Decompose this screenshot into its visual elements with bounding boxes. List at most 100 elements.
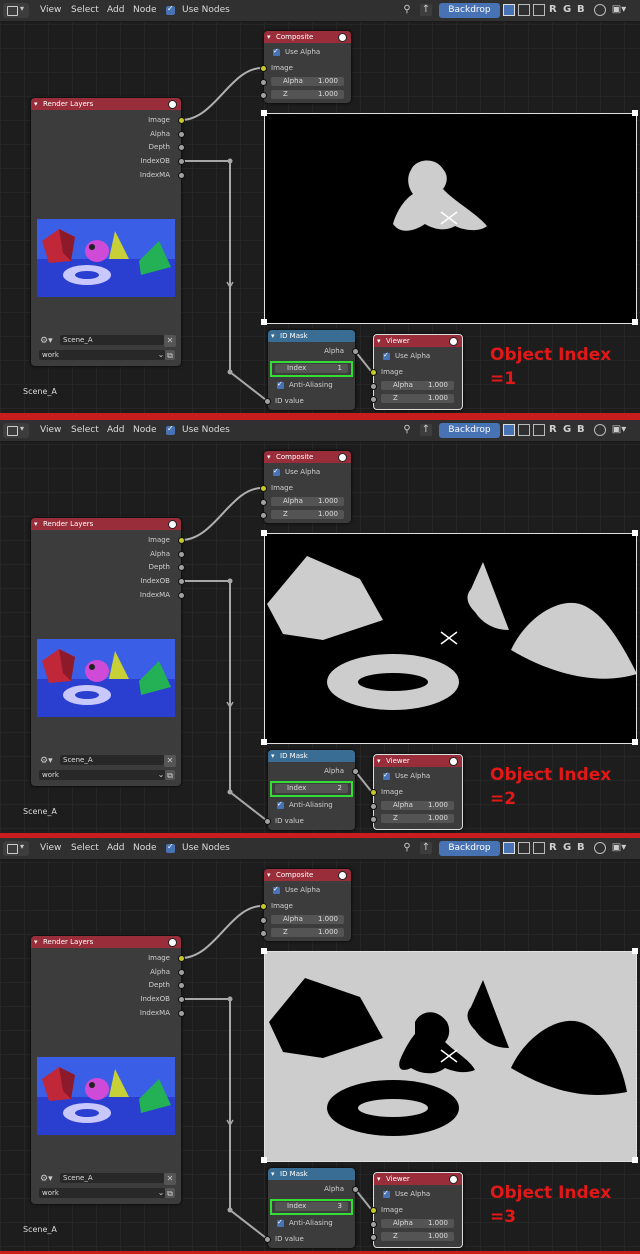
backdrop-handle[interactable] bbox=[632, 739, 638, 745]
id-mask-node-title[interactable]: ID Mask bbox=[268, 750, 355, 762]
viewer-use-alpha-checkbox[interactable] bbox=[383, 1189, 390, 1198]
output-indexma-socket[interactable] bbox=[178, 592, 185, 599]
render-layers-node-title[interactable]: Render Layers bbox=[31, 98, 181, 110]
close-icon[interactable]: ✕ bbox=[164, 755, 176, 767]
render-layers-node-title[interactable]: Render Layers bbox=[31, 936, 181, 948]
output-indexob-socket[interactable] bbox=[178, 996, 185, 1003]
output-depth-socket[interactable] bbox=[178, 982, 185, 989]
viewer-z-socket[interactable] bbox=[370, 1234, 377, 1241]
viewer-node[interactable]: Viewer Use Alpha Image Alpha1.000 Z1.000 bbox=[370, 754, 463, 830]
viewer-node[interactable]: Viewer Use Alpha Image Alpha1.000 Z1.000 bbox=[370, 334, 463, 410]
viewer-z-field[interactable]: Z 1.000 bbox=[381, 814, 454, 823]
composite-z-socket[interactable] bbox=[260, 92, 267, 99]
viewer-image-socket[interactable] bbox=[370, 789, 377, 796]
id-mask-node[interactable]: ID Mask Alpha Index2 Anti-Aliasing ID va… bbox=[264, 750, 359, 830]
viewer-node-title[interactable]: Viewer bbox=[374, 755, 462, 767]
output-image-socket[interactable] bbox=[178, 955, 185, 962]
composite-node-title[interactable]: Composite bbox=[264, 31, 351, 43]
composite-alpha-field[interactable]: Alpha 1.000 bbox=[271, 77, 344, 86]
output-alpha-socket[interactable] bbox=[178, 131, 185, 138]
composite-node[interactable]: Composite Use Alpha Image Alpha1.000 Z1.… bbox=[260, 31, 351, 103]
id-mask-node[interactable]: ID Mask Alpha Index3 Anti-Aliasing ID va… bbox=[264, 1168, 359, 1248]
output-indexma-socket[interactable] bbox=[178, 1010, 185, 1017]
scene-data-icon[interactable]: ⚙▾ bbox=[40, 1173, 53, 1185]
output-indexob-socket[interactable] bbox=[178, 158, 185, 165]
viewer-alpha-field[interactable]: Alpha 1.000 bbox=[381, 381, 454, 390]
composite-alpha-socket[interactable] bbox=[260, 499, 267, 506]
backdrop-handle[interactable] bbox=[261, 319, 267, 325]
scene-field[interactable]: Scene_A bbox=[60, 335, 164, 345]
backdrop-handle[interactable] bbox=[632, 948, 638, 954]
id-value-socket[interactable] bbox=[264, 818, 271, 825]
output-indexma-socket[interactable] bbox=[178, 172, 185, 179]
composite-use-alpha-checkbox[interactable] bbox=[273, 467, 280, 476]
viewer-alpha-field[interactable]: Alpha 1.000 bbox=[381, 1219, 454, 1228]
backdrop-handle[interactable] bbox=[261, 739, 267, 745]
viewer-alpha-socket[interactable] bbox=[370, 1221, 377, 1228]
backdrop-handle[interactable] bbox=[261, 110, 267, 116]
id-mask-node[interactable]: ID Mask Alpha Index1 Anti-Aliasing ID va… bbox=[264, 330, 359, 410]
output-image-socket[interactable] bbox=[178, 537, 185, 544]
composite-alpha-field[interactable]: Alpha 1.000 bbox=[271, 497, 344, 506]
output-image-socket[interactable] bbox=[178, 117, 185, 124]
composite-z-field[interactable]: Z 1.000 bbox=[271, 90, 344, 99]
backdrop-handle[interactable] bbox=[261, 1157, 267, 1163]
anti-aliasing-checkbox[interactable] bbox=[277, 380, 284, 389]
output-indexob-socket[interactable] bbox=[178, 578, 185, 585]
viewer-z-socket[interactable] bbox=[370, 396, 377, 403]
composite-z-field[interactable]: Z 1.000 bbox=[271, 510, 344, 519]
close-icon[interactable]: ✕ bbox=[164, 1173, 176, 1185]
view-layer-field[interactable]: work bbox=[39, 1188, 165, 1198]
render-layers-node-title[interactable]: Render Layers bbox=[31, 518, 181, 530]
viewer-use-alpha-checkbox[interactable] bbox=[383, 771, 390, 780]
composite-node-title[interactable]: Composite bbox=[264, 451, 351, 463]
scene-data-icon[interactable]: ⚙▾ bbox=[40, 335, 53, 347]
scene-field[interactable]: Scene_A bbox=[60, 755, 164, 765]
composite-image-socket[interactable] bbox=[260, 485, 267, 492]
scene-data-icon[interactable]: ⚙▾ bbox=[40, 755, 53, 767]
id-mask-node-title[interactable]: ID Mask bbox=[268, 1168, 355, 1180]
id-mask-alpha-socket[interactable] bbox=[352, 1186, 359, 1193]
composite-z-socket[interactable] bbox=[260, 512, 267, 519]
composite-alpha-field[interactable]: Alpha 1.000 bbox=[271, 915, 344, 924]
backdrop-handle[interactable] bbox=[632, 110, 638, 116]
viewer-image-socket[interactable] bbox=[370, 1207, 377, 1214]
id-mask-node-title[interactable]: ID Mask bbox=[268, 330, 355, 342]
composite-use-alpha-checkbox[interactable] bbox=[273, 47, 280, 56]
browse-icon[interactable]: ⧉ bbox=[165, 350, 175, 360]
backdrop-handle[interactable] bbox=[261, 530, 267, 536]
viewer-z-field[interactable]: Z 1.000 bbox=[381, 394, 454, 403]
browse-icon[interactable]: ⧉ bbox=[165, 770, 175, 780]
composite-use-alpha-checkbox[interactable] bbox=[273, 885, 280, 894]
output-alpha-socket[interactable] bbox=[178, 551, 185, 558]
viewer-node[interactable]: Viewer Use Alpha Image Alpha1.000 Z1.000 bbox=[370, 1172, 463, 1248]
viewer-alpha-socket[interactable] bbox=[370, 383, 377, 390]
view-layer-field[interactable]: work bbox=[39, 350, 165, 360]
id-value-socket[interactable] bbox=[264, 1236, 271, 1243]
anti-aliasing-checkbox[interactable] bbox=[277, 800, 284, 809]
composite-alpha-socket[interactable] bbox=[260, 917, 267, 924]
scene-field[interactable]: Scene_A bbox=[60, 1173, 164, 1183]
backdrop-handle[interactable] bbox=[632, 1157, 638, 1163]
composite-alpha-socket[interactable] bbox=[260, 79, 267, 86]
close-icon[interactable]: ✕ bbox=[164, 335, 176, 347]
composite-image-socket[interactable] bbox=[260, 903, 267, 910]
viewer-node-title[interactable]: Viewer bbox=[374, 1173, 462, 1185]
viewer-image-socket[interactable] bbox=[370, 369, 377, 376]
output-depth-socket[interactable] bbox=[178, 564, 185, 571]
viewer-alpha-socket[interactable] bbox=[370, 803, 377, 810]
anti-aliasing-checkbox[interactable] bbox=[277, 1218, 284, 1227]
composite-node[interactable]: Composite Use Alpha Image Alpha1.000 Z1.… bbox=[260, 869, 351, 941]
backdrop-handle[interactable] bbox=[261, 948, 267, 954]
viewer-z-field[interactable]: Z 1.000 bbox=[381, 1232, 454, 1241]
composite-image-socket[interactable] bbox=[260, 65, 267, 72]
view-layer-field[interactable]: work bbox=[39, 770, 165, 780]
viewer-alpha-field[interactable]: Alpha 1.000 bbox=[381, 801, 454, 810]
backdrop-handle[interactable] bbox=[632, 319, 638, 325]
viewer-z-socket[interactable] bbox=[370, 816, 377, 823]
viewer-node-title[interactable]: Viewer bbox=[374, 335, 462, 347]
backdrop-handle[interactable] bbox=[632, 530, 638, 536]
viewer-use-alpha-checkbox[interactable] bbox=[383, 351, 390, 360]
output-depth-socket[interactable] bbox=[178, 144, 185, 151]
composite-node-title[interactable]: Composite bbox=[264, 869, 351, 881]
